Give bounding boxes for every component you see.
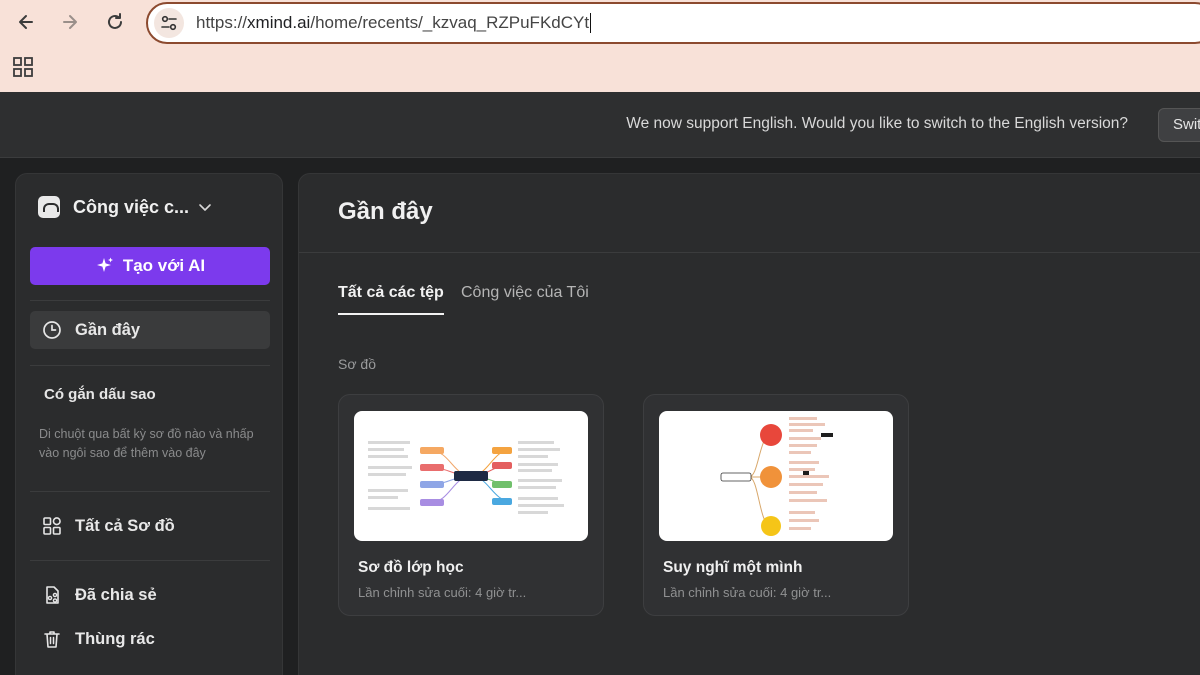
page-title: Gần đây [338,198,433,225]
reload-icon [108,13,122,29]
address-bar[interactable]: https://xmind.ai/home/recents/_kzvaq_RZP… [146,2,1200,44]
sidebar-item-label: Thùng rác [75,629,155,648]
sidebar-divider [30,491,270,492]
tab-my-work[interactable]: Công việc của Tôi [461,284,589,313]
sidebar-divider [30,365,270,366]
map-thumbnail [354,411,588,541]
main-panel: Gần đây Tất cả các tệp Công việc của Tôi… [298,173,1200,675]
workspace-name: Công việc c... [73,196,190,217]
map-thumbnail [659,411,893,541]
site-settings-button[interactable] [154,8,184,38]
starred-hint-text: Di chuột qua bất kỳ sơ đồ nào và nhấp và… [39,427,254,460]
sparkle-icon [96,257,113,272]
apps-grid-icon [13,57,33,77]
browser-toolbar: https://xmind.ai/home/recents/_kzvaq_RZP… [0,0,1200,92]
tab-all-files[interactable]: Tất cả các tệp [338,284,444,315]
reload-button[interactable] [101,8,129,36]
workspace-selector[interactable]: Công việc c... [38,196,213,218]
apps-button[interactable] [12,56,34,78]
clock-icon [43,321,61,339]
sidebar: Công việc c... Tạo với AI Gần đây Có gắn… [15,173,283,675]
site-settings-icon [161,15,177,31]
map-card-subtitle: Lần chỉnh sửa cuối: 4 giờ tr... [663,585,832,600]
trash-icon [44,631,60,648]
language-banner: We now support English. Would you like t… [0,92,1200,158]
create-with-ai-button[interactable]: Tạo với AI [30,247,270,285]
workspace-logo-icon [38,196,60,218]
map-card[interactable]: Sơ đồ lớp học Lần chỉnh sửa cuối: 4 giờ … [338,394,604,616]
banner-message: We now support English. Would you like t… [626,115,1128,132]
mindmap-preview-image [368,441,564,514]
sidebar-item-all-maps[interactable]: Tất cả Sơ đồ [30,507,270,545]
grid-icon [43,517,61,535]
forward-button[interactable] [56,8,84,36]
sidebar-item-trash[interactable]: Thùng rác [30,620,270,658]
url-path: /home/recents/_kzvaq_RZPuFKdCYt [310,12,590,32]
mindmap-preview-image [720,417,833,536]
map-card-subtitle: Lần chỉnh sửa cuối: 4 giờ tr... [358,585,527,600]
sidebar-item-label: Đã chia sẻ [75,585,157,604]
back-button[interactable] [12,8,40,36]
back-arrow-icon [19,15,33,29]
section-label-maps: Sơ đồ [338,356,376,372]
map-card-title: Suy nghĩ một mình [663,559,803,576]
map-card-title: Sơ đồ lớp học [358,559,464,576]
forward-arrow-icon [63,15,77,29]
url-scheme: https:// [196,12,248,32]
url-text: https://xmind.ai/home/recents/_kzvaq_RZP… [196,12,592,34]
starred-section-title: Có gắn dấu sao [44,386,156,403]
header-divider [299,252,1200,253]
sidebar-divider [30,560,270,561]
sidebar-item-label: Tất cả Sơ đồ [75,516,175,535]
shared-file-icon [46,586,59,604]
url-host: xmind.ai [247,12,311,32]
sidebar-divider [30,300,270,301]
map-card[interactable]: Suy nghĩ một mình Lần chỉnh sửa cuối: 4 … [643,394,909,616]
chevron-down-icon [199,204,211,211]
text-caret [590,13,592,34]
sidebar-item-label: Gần đây [75,320,141,339]
switch-language-button[interactable]: Switch [1158,108,1200,142]
sidebar-item-recent[interactable]: Gần đây [30,311,270,349]
create-with-ai-label: Tạo với AI [122,256,206,275]
sidebar-item-shared[interactable]: Đã chia sẻ [30,576,270,614]
